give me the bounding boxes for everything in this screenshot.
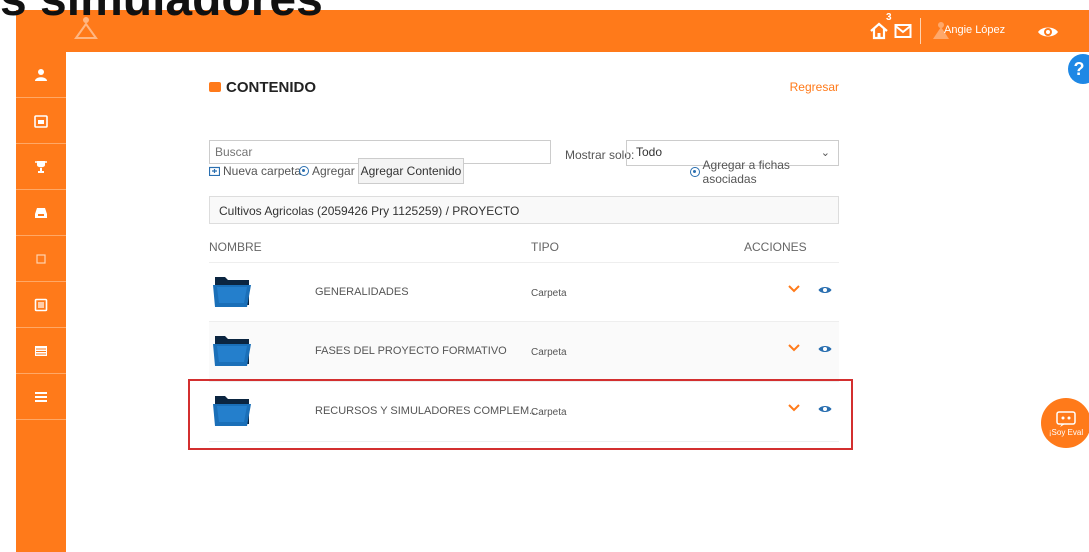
home-icon[interactable]: [868, 20, 890, 42]
sidebar: [16, 52, 66, 552]
help-button[interactable]: ?: [1068, 54, 1089, 84]
eye-icon[interactable]: [818, 344, 832, 354]
show-only-value: Todo: [636, 145, 663, 159]
notification-count: 3: [886, 12, 892, 23]
highlight-box: [188, 379, 853, 450]
add-link[interactable]: Agregar: [299, 164, 355, 178]
row-name[interactable]: FASES DEL PROYECTO FORMATIVO: [315, 345, 507, 357]
sidebar-item-list[interactable]: [16, 328, 66, 374]
new-folder-icon: [209, 166, 220, 176]
view-profile-icon[interactable]: [1037, 24, 1059, 40]
add-circle-icon: [690, 167, 700, 177]
table-row[interactable]: GENERALIDADES Carpeta: [209, 262, 839, 322]
new-folder-label: Nueva carpeta: [223, 164, 302, 178]
caption-title: s simuladores: [0, 0, 323, 24]
page: s simuladores 3 Angie López: [0, 0, 1089, 552]
calendar-icon: [34, 114, 48, 128]
content-header: CONTENIDO Regresar: [209, 76, 839, 98]
table-row[interactable]: FASES DEL PROYECTO FORMATIVO Carpeta: [209, 322, 839, 382]
folder-icon: [209, 82, 221, 92]
page-title-text: CONTENIDO: [226, 78, 316, 96]
folder-icon: [213, 336, 251, 366]
soy-eval-button[interactable]: ¡Soy Eval: [1041, 398, 1089, 448]
menu-icon: [35, 391, 47, 402]
sidebar-item-document[interactable]: [16, 282, 66, 328]
sidebar-item-calendar[interactable]: [16, 98, 66, 144]
eye-icon[interactable]: [818, 285, 832, 295]
square-icon: [36, 253, 46, 264]
content-panel: CONTENIDO Regresar Mostrar solo: Todo ⌄ …: [209, 76, 839, 442]
user-icon: [35, 68, 47, 81]
topbar-divider: [920, 18, 921, 44]
sidebar-item-trophy[interactable]: [16, 144, 66, 190]
add-content-button[interactable]: Agregar Contenido: [358, 158, 464, 184]
add-to-sheets-label: Agregar a fichas asociadas: [702, 158, 790, 186]
row-name[interactable]: GENERALIDADES: [315, 286, 409, 298]
toolbar: Nueva carpeta Agregar Agregar Contenido …: [209, 158, 839, 186]
chat-bot-icon: [1056, 410, 1076, 427]
column-header-name: NOMBRE: [209, 240, 262, 254]
column-header-actions: ACCIONES: [744, 240, 807, 254]
mail-icon[interactable]: 3: [886, 12, 914, 42]
sidebar-item-user[interactable]: [16, 52, 66, 98]
inbox-icon: [35, 207, 47, 218]
back-link[interactable]: Regresar: [790, 80, 839, 94]
sidebar-item-menu[interactable]: [16, 374, 66, 420]
row-type: Carpeta: [531, 288, 567, 299]
document-icon: [34, 298, 48, 311]
row-type: Carpeta: [531, 347, 567, 358]
column-header-type: TIPO: [531, 240, 560, 254]
list-icon: [35, 345, 47, 356]
sidebar-item-square[interactable]: [16, 236, 66, 282]
chevron-down-icon[interactable]: [787, 282, 801, 296]
add-circle-icon: [299, 166, 309, 176]
add-to-sheets-link[interactable]: Agregar a fichas asociadas: [690, 158, 839, 186]
soy-eval-label: ¡Soy Eval: [1048, 427, 1084, 437]
sidebar-item-inbox[interactable]: [16, 190, 66, 236]
user-name[interactable]: Angie López: [944, 24, 1005, 36]
trophy-icon: [35, 160, 47, 173]
breadcrumb: Cultivos Agricolas (2059426 Pry 1125259)…: [209, 196, 839, 224]
new-folder-link[interactable]: Nueva carpeta: [209, 164, 301, 178]
add-label: Agregar: [312, 164, 355, 178]
folder-icon: [213, 277, 251, 307]
chevron-down-icon[interactable]: [787, 341, 801, 355]
page-title: CONTENIDO: [209, 79, 316, 96]
